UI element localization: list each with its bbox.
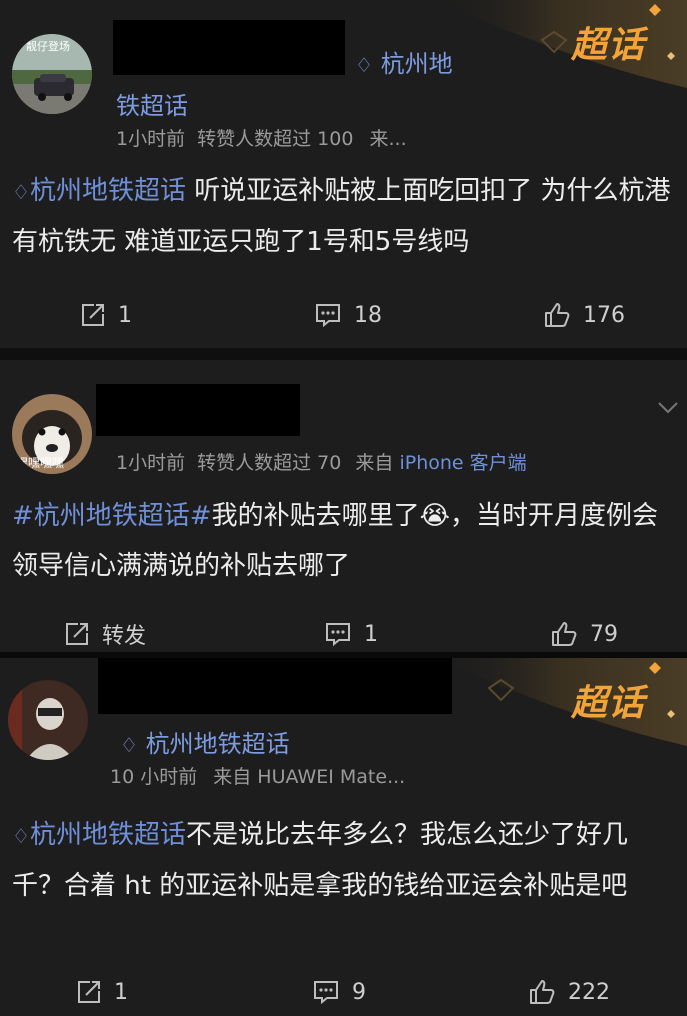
post-text: ♢杭州地铁超话不是说比去年多么？我怎么还少了好几千？合着 ht 的亚运补贴是拿我…	[12, 810, 677, 911]
avatar-image	[8, 680, 88, 760]
super-topic-badge-bg	[437, 0, 687, 88]
avatar[interactable]: 嘿嘿嘿嘿	[12, 394, 92, 474]
topic-link[interactable]: ♢杭州地铁超话	[12, 820, 186, 850]
post-card: 嘿嘿嘿嘿 1小时前 转赞人数超过 70 来自 iPhone 客户端 #杭州地铁超…	[0, 360, 687, 660]
repost-icon	[82, 304, 104, 326]
comment-icon	[326, 623, 350, 647]
thumbs-up-icon	[530, 980, 555, 1004]
post-meta: 1小时前 转赞人数超过 100 来...	[116, 124, 407, 151]
like-button[interactable]: 79	[550, 610, 618, 658]
super-topic-badge-label: 超话	[570, 25, 645, 66]
topic-chip[interactable]: ♢ 杭州地	[355, 44, 453, 79]
post-source: 来...	[369, 128, 407, 150]
post-text: #杭州地铁超话#我的补贴去哪里了😭，当时开月度例会领导信心满满说的补贴去哪了	[12, 491, 677, 591]
post-text: ♢杭州地铁超话 听说亚运补贴被上面吃回扣了 为什么杭港有杭铁无 难道亚运只跑了1…	[12, 166, 677, 267]
repost-button[interactable]: 1	[80, 291, 132, 339]
crying-emoji: 😭	[419, 501, 450, 531]
post-time: 10 小时前	[110, 766, 198, 788]
super-topic-badge[interactable]: 超话	[417, 658, 687, 758]
chevron-down-icon[interactable]	[657, 400, 679, 419]
post-card: 超话 ♢ 杭州地铁超话 10 小时前 来自 HUAWEI Mate... ♢杭州…	[0, 658, 687, 1016]
post-source: 来自 HUAWEI Mate...	[213, 766, 406, 788]
like-button[interactable]: 222	[528, 968, 610, 1016]
action-bar: 转发 1 79	[0, 610, 687, 658]
diamond-icon: ♢	[12, 824, 30, 848]
redacted-username	[113, 20, 345, 75]
repost-icon	[66, 623, 88, 645]
super-topic-badge-label: 超话	[570, 683, 645, 724]
repost-stat: 转赞人数超过 70	[197, 452, 342, 474]
post-source-prefix: 来自	[355, 452, 394, 474]
avatar-caption: 靓仔登场	[26, 40, 70, 53]
comment-button[interactable]: 18	[314, 291, 382, 339]
repost-button[interactable]: 1	[76, 968, 128, 1016]
thumbs-up-icon	[545, 303, 570, 327]
action-bar: 1 9 222	[0, 968, 687, 1016]
comment-icon	[316, 304, 340, 328]
avatar-caption: 嘿嘿嘿嘿	[16, 456, 65, 470]
repost-count: 1	[118, 302, 132, 328]
diamond-icon: ♢	[120, 733, 138, 757]
comment-icon	[314, 981, 338, 1005]
like-count: 222	[568, 979, 610, 1005]
repost-count: 1	[114, 979, 128, 1005]
topic-chip-label: 铁超话	[116, 92, 188, 120]
post-meta: 1小时前 转赞人数超过 70 来自 iPhone 客户端	[116, 448, 527, 475]
comment-count: 9	[352, 979, 366, 1005]
comment-count: 18	[354, 302, 382, 328]
like-count: 176	[583, 302, 625, 328]
comment-button[interactable]: 1	[324, 610, 378, 658]
super-topic-badge-bg	[437, 658, 687, 746]
repost-label: 转发	[102, 624, 147, 649]
topic-chip[interactable]: ♢ 杭州地铁超话	[120, 724, 290, 759]
avatar[interactable]: 靓仔登场	[12, 34, 92, 114]
diamond-icon: ♢	[12, 180, 30, 204]
like-count: 79	[590, 621, 618, 647]
topic-chip-label: 杭州地	[380, 50, 453, 78]
repost-button[interactable]: 转发	[64, 610, 146, 658]
post-time: 1小时前	[116, 128, 186, 150]
topic-link-label: 杭州地铁超话	[29, 820, 186, 850]
repost-stat: 转赞人数超过 100	[197, 128, 354, 150]
topic-link[interactable]: ♢杭州地铁超话	[12, 176, 186, 206]
repost-icon	[78, 981, 100, 1003]
post-text-content: 我的补贴去哪里了	[211, 501, 420, 531]
topic-chip-continued[interactable]: 铁超话	[116, 86, 188, 121]
post-meta: 10 小时前 来自 HUAWEI Mate...	[110, 762, 405, 789]
post-source-app[interactable]: iPhone 客户端	[399, 452, 526, 474]
topic-chip-label: 杭州地铁超话	[145, 730, 290, 758]
diamond-icon: ♢	[355, 53, 373, 77]
action-bar: 1 18 176	[0, 291, 687, 339]
topic-link-label: 杭州地铁超话	[29, 176, 186, 206]
redacted-username	[96, 384, 300, 436]
thumbs-up-icon	[552, 622, 577, 646]
redacted-username	[98, 658, 452, 714]
comment-button[interactable]: 9	[312, 968, 366, 1016]
super-topic-badge[interactable]: 超话	[417, 0, 687, 100]
post-card: 超话 靓仔登场 ♢ 杭州地 铁超话 1小时前 转赞人数超过 100 来... ♢…	[0, 0, 687, 348]
comment-count: 1	[364, 621, 378, 647]
post-time: 1小时前	[116, 452, 186, 474]
topic-hashtag[interactable]: #杭州地铁超话#	[12, 501, 212, 531]
post-divider	[0, 348, 687, 360]
like-button[interactable]: 176	[543, 291, 625, 339]
avatar[interactable]	[8, 680, 88, 760]
